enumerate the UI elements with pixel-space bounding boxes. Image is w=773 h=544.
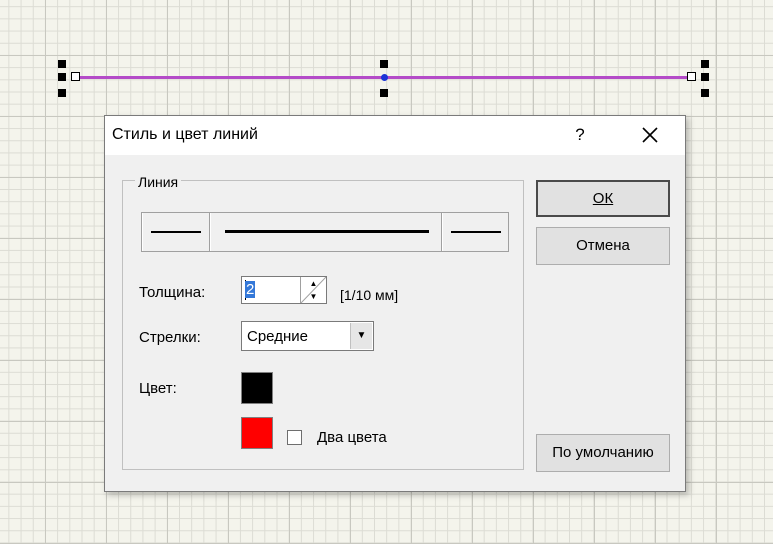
resize-handle[interactable]: [58, 89, 66, 97]
line-style-long-center[interactable]: [210, 213, 442, 251]
midpoint-handle[interactable]: [381, 74, 388, 81]
line-style-selector: [141, 212, 509, 252]
thickness-unit: [1/10 мм]: [340, 287, 399, 303]
dialog-titlebar[interactable]: Стиль и цвет линий ?: [105, 116, 685, 155]
arrows-label: Стрелки:: [139, 329, 201, 346]
thickness-label: Толщина:: [139, 284, 206, 301]
line-group-label: Линия: [135, 174, 182, 190]
help-button[interactable]: ?: [567, 122, 593, 148]
default-button-label: По умолчанию: [552, 444, 654, 461]
default-button[interactable]: По умолчанию: [536, 434, 670, 472]
spin-down-icon[interactable]: ▼: [301, 290, 326, 303]
resize-handle[interactable]: [58, 60, 66, 68]
thickness-spin-buttons: ▲ ▼: [300, 277, 326, 303]
thickness-value[interactable]: 2: [245, 281, 256, 298]
arrows-select-value: Средние: [247, 328, 308, 345]
ok-button-label: ОК: [592, 190, 614, 207]
ok-button[interactable]: ОК: [536, 180, 670, 217]
line-style-dialog: Стиль и цвет линий ? Линия Толщина: 2 ▲ …: [104, 115, 686, 492]
dialog-title: Стиль и цвет линий: [112, 126, 258, 143]
color-label: Цвет:: [139, 380, 177, 397]
close-icon: [642, 127, 658, 143]
two-colors-checkbox[interactable]: [287, 430, 302, 445]
chevron-down-icon[interactable]: ▼: [350, 323, 372, 349]
resize-handle[interactable]: [701, 73, 709, 81]
thickness-stepper[interactable]: 2 ▲ ▼: [241, 276, 327, 304]
primary-color-swatch[interactable]: [241, 372, 273, 404]
cancel-button-label: Отмена: [576, 237, 630, 254]
resize-handle[interactable]: [380, 60, 388, 68]
cancel-button[interactable]: Отмена: [536, 227, 670, 265]
close-button[interactable]: [635, 120, 665, 150]
resize-handle[interactable]: [701, 89, 709, 97]
endpoint-handle-left[interactable]: [71, 72, 80, 81]
line-style-short-left[interactable]: [142, 213, 210, 251]
spin-up-icon[interactable]: ▲: [301, 277, 326, 290]
line-style-short-right[interactable]: [442, 213, 508, 251]
resize-handle[interactable]: [58, 73, 66, 81]
resize-handle[interactable]: [701, 60, 709, 68]
secondary-color-swatch[interactable]: [241, 417, 273, 449]
arrows-select[interactable]: Средние ▼: [241, 321, 374, 351]
two-colors-label[interactable]: Два цвета: [317, 429, 387, 446]
resize-handle[interactable]: [380, 89, 388, 97]
endpoint-handle-right[interactable]: [687, 72, 696, 81]
